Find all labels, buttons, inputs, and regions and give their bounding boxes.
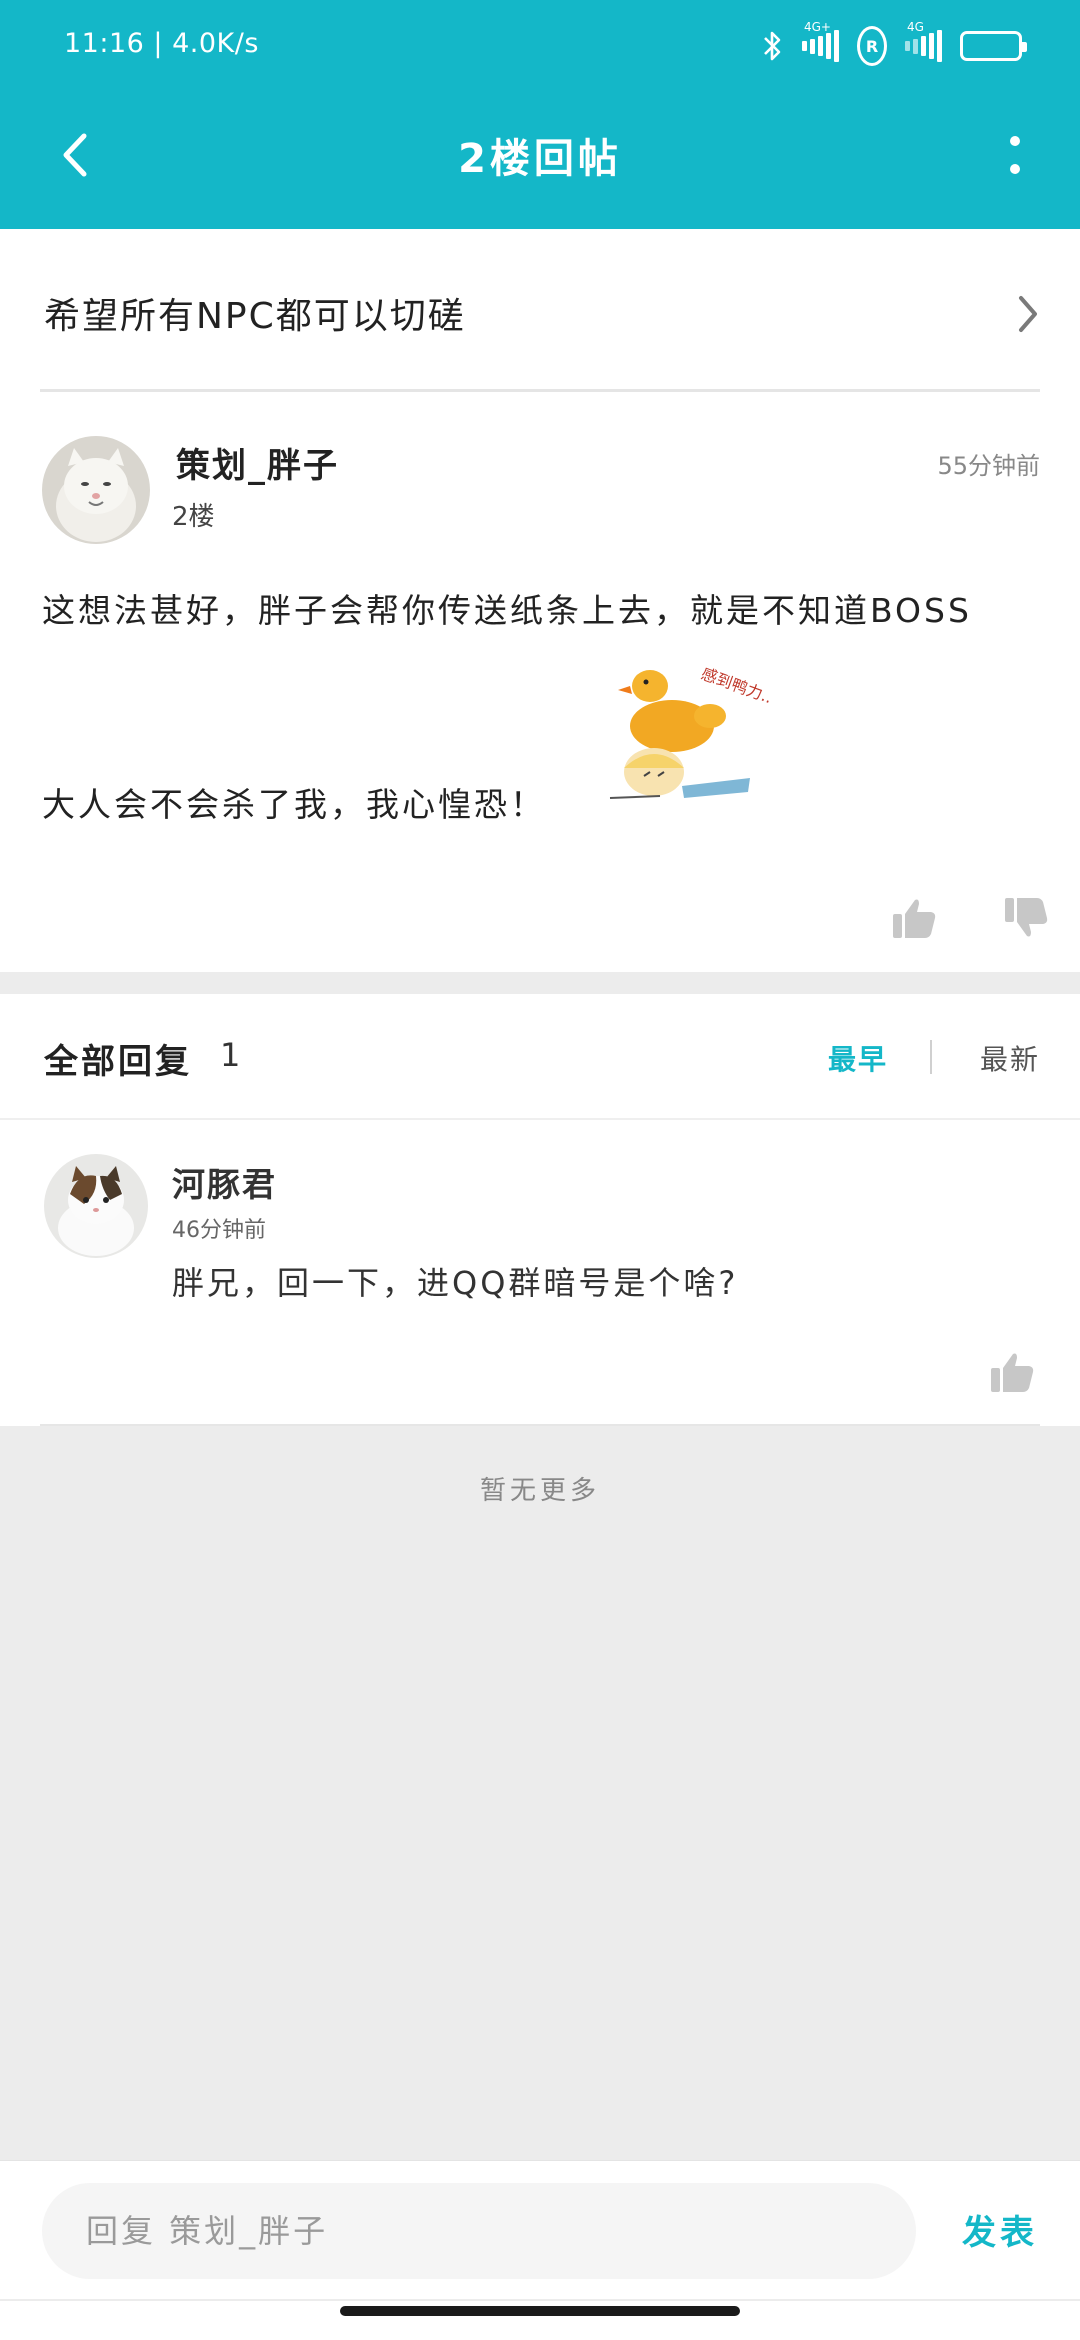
sort-divider: [930, 1040, 932, 1074]
roaming-icon: R: [857, 26, 887, 66]
duck-sticker-image: 感到鸭力...: [600, 660, 780, 820]
replies-title: 全部回复: [44, 1042, 192, 1082]
bluetooth-icon: [762, 26, 784, 66]
post-time: 55分钟前: [937, 452, 1040, 480]
sort-latest-button[interactable]: 最新: [980, 1038, 1040, 1078]
status-speed: 4.0K/s: [172, 28, 259, 59]
reply-author-name[interactable]: 河豚君: [172, 1158, 277, 1206]
more-vertical-icon: [1010, 136, 1020, 174]
signal-4g-plus-icon: 4G+: [802, 20, 839, 66]
status-time: 11:16: [64, 28, 145, 59]
status-bar: 11:16 | 4.0K/s 4G+ R 4G: [0, 0, 1080, 90]
reply-time: 46分钟前: [172, 1218, 266, 1243]
replies-header: 全部回复 1 最早 最新: [0, 994, 1080, 1120]
battery-icon: [960, 26, 1027, 66]
no-more-label: 暂无更多: [479, 1476, 600, 1506]
post-text-line-2: 大人会不会杀了我，我心惶恐！: [42, 785, 546, 824]
home-indicator[interactable]: [340, 2306, 740, 2316]
divider: [0, 2299, 1080, 2301]
signal-4g-icon: 4G: [905, 20, 942, 66]
chevron-right-icon: [1008, 289, 1048, 339]
post-card: 策划_胖子 2楼 55分钟前 这想法甚好，胖子会帮你传送纸条上去，就是不知道BO…: [0, 392, 1080, 972]
reply-input[interactable]: [42, 2183, 916, 2279]
like-button[interactable]: [884, 888, 944, 948]
status-time-speed: 11:16 | 4.0K/s: [64, 28, 259, 59]
status-icons: 4G+ R 4G: [762, 20, 1027, 66]
topic-title: 希望所有NPC都可以切磋: [44, 296, 466, 337]
sticker-caption: 感到鸭力...: [699, 664, 770, 709]
status-separator: |: [153, 28, 173, 59]
thumbs-down-icon: [1005, 898, 1048, 937]
topic-link[interactable]: 希望所有NPC都可以切磋: [0, 229, 1080, 392]
replies-count: 1: [220, 1036, 241, 1074]
reply-author-avatar[interactable]: [44, 1154, 148, 1258]
reply-item: 河豚君 46分钟前 胖兄，回一下，进QQ群暗号是个啥?: [0, 1120, 1080, 1426]
thumbs-up-icon: [893, 899, 936, 938]
dislike-button[interactable]: [996, 888, 1056, 948]
post-text-line-1: 这想法甚好，胖子会帮你传送纸条上去，就是不知道BOSS: [42, 591, 972, 630]
floor-label: 2楼: [172, 502, 215, 532]
author-name[interactable]: 策划_胖子: [176, 438, 339, 487]
reply-like-button[interactable]: [982, 1342, 1042, 1402]
thumbs-up-icon: [991, 1353, 1034, 1392]
author-avatar[interactable]: [42, 436, 150, 544]
navigation-bar: 2楼回帖: [0, 100, 1080, 210]
sort-earliest-button[interactable]: 最早: [828, 1038, 888, 1078]
header-bar: 11:16 | 4.0K/s 4G+ R 4G 2楼回帖: [0, 0, 1080, 229]
divider: [40, 1424, 1040, 1426]
page-title: 2楼回帖: [458, 136, 622, 182]
reply-text: 胖兄，回一下，进QQ群暗号是个啥?: [172, 1264, 739, 1302]
more-options-button[interactable]: [980, 120, 1050, 190]
publish-button[interactable]: 发表: [962, 2205, 1038, 2254]
